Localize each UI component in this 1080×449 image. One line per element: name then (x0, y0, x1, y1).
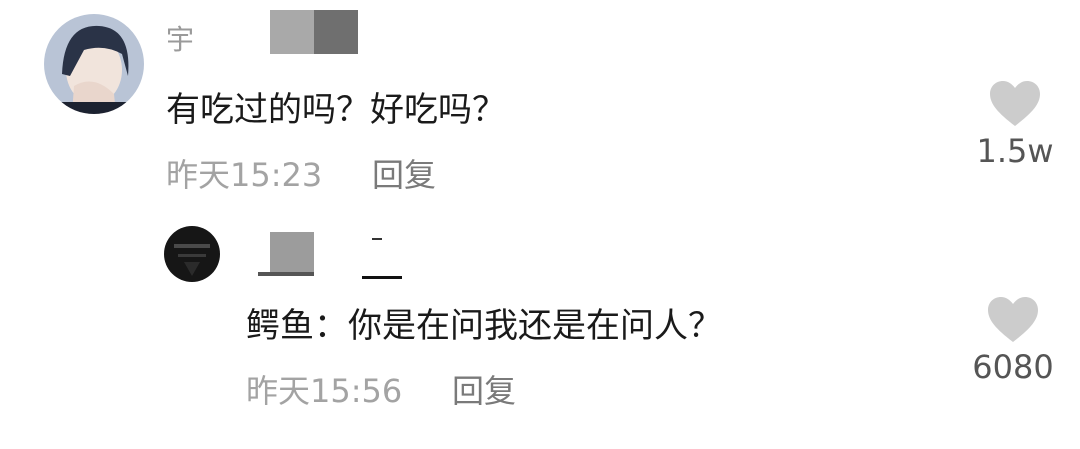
user-avatar[interactable] (44, 14, 144, 114)
reply-button[interactable]: 回复 (372, 150, 436, 196)
like-count: 6080 (972, 348, 1054, 386)
like-button[interactable]: 6080 (968, 296, 1058, 386)
reply-text: 鳄鱼：你是在问我还是在问人？ (246, 306, 722, 346)
reply-timestamp: 昨天15:56 (246, 372, 403, 410)
like-button[interactable]: 1.5w (970, 80, 1060, 170)
redacted-username-block (258, 232, 408, 280)
reply-button[interactable]: 回复 (452, 366, 516, 412)
reply-user-avatar[interactable] (164, 226, 220, 282)
redacted-username-block (270, 10, 358, 54)
heart-icon[interactable] (986, 296, 1040, 344)
heart-icon[interactable] (988, 80, 1042, 128)
comment-text: 有吃过的吗？好吃吗？ (166, 90, 506, 130)
username[interactable]: 宇 (166, 18, 194, 58)
like-count: 1.5w (976, 132, 1054, 170)
comment-timestamp: 昨天15:23 (166, 156, 323, 194)
